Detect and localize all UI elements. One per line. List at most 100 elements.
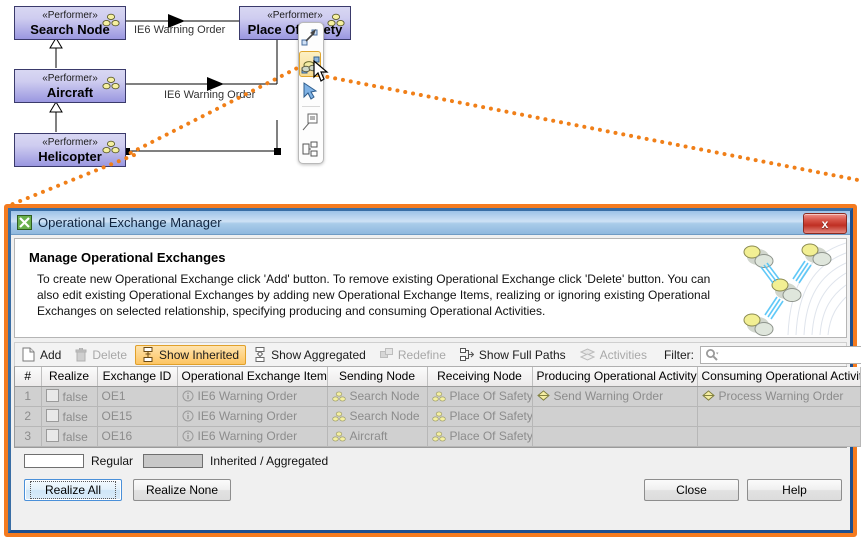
dialog-title: Operational Exchange Manager: [38, 215, 222, 230]
filter-input[interactable]: [720, 347, 861, 362]
add-icon: [22, 347, 35, 362]
cell-consuming-activity: Process Warning Order: [697, 386, 861, 407]
col-exchange-id[interactable]: Exchange ID: [97, 367, 178, 387]
show-full-paths-icon: [459, 347, 474, 361]
activities-icon: [579, 347, 595, 361]
cell-receiving-node: Place Of Safety: [427, 386, 533, 407]
exchange-item-label: IE6 Warning Order: [197, 409, 298, 423]
producing-activity-label: Send Warning Order: [553, 389, 664, 403]
activity-icon: [701, 390, 715, 401]
add-button[interactable]: Add: [16, 345, 67, 365]
help-button[interactable]: Help: [747, 478, 842, 501]
table-row[interactable]: 2 false OE15 IE6 Warning Order Search No…: [15, 406, 861, 427]
receiving-node-label: Place Of Safety: [449, 389, 532, 403]
diagram-node-search-node[interactable]: «Performer» Search Node: [14, 6, 126, 40]
show-inherited-label: Show Inherited: [159, 347, 240, 362]
operational-exchange-manager-dialog: Operational Exchange Manager x Manage Op…: [4, 204, 861, 537]
realize-value: false: [62, 409, 88, 424]
redefine-label: Redefine: [397, 347, 446, 362]
performer-icon: [102, 76, 120, 90]
palette-item-structure[interactable]: [299, 136, 321, 162]
info-icon: [182, 430, 193, 442]
diagram-canvas[interactable]: «Performer» Search Node «Performer» Airc…: [0, 0, 861, 200]
col-sending-node[interactable]: Sending Node: [327, 367, 428, 387]
realize-all-label: Realize All: [29, 480, 117, 499]
screenshot-root: «Performer» Search Node «Performer» Airc…: [0, 0, 861, 541]
cell-consuming-activity: [697, 406, 861, 427]
col-exchange-item[interactable]: Operational Exchange Item: [177, 367, 328, 387]
performer-icon: [431, 391, 446, 401]
structure-icon: [302, 141, 318, 157]
filter-input-wrapper[interactable]: [699, 345, 861, 364]
activities-button: Activities: [574, 345, 653, 365]
realize-checkbox[interactable]: [45, 408, 59, 422]
col-producing-activity[interactable]: Producing Operational Activity: [532, 367, 698, 387]
show-inherited-icon: [143, 347, 153, 362]
add-label: Add: [40, 347, 62, 362]
help-label: Help: [782, 482, 807, 497]
cell-exchange-item: IE6 Warning Order: [177, 406, 328, 427]
cell-index: 3: [15, 426, 42, 447]
cell-exchange-id: OE1: [97, 386, 178, 407]
exchange-item-label: IE6 Warning Order: [197, 429, 298, 443]
col-index[interactable]: #: [15, 367, 42, 387]
edge-label-1: IE6 Warning Order: [134, 24, 226, 36]
cell-producing-activity: [532, 426, 698, 447]
table-row[interactable]: 1 false OE1 IE6 Warning Order Search Nod…: [15, 386, 861, 407]
table-row[interactable]: 3 false OE16 IE6 Warning Order Aircraft: [15, 426, 861, 447]
cell-producing-activity: [532, 406, 698, 427]
consuming-activity-label: Process Warning Order: [718, 389, 844, 403]
cell-realize[interactable]: false: [41, 386, 98, 407]
cell-index: 2: [15, 406, 42, 427]
show-aggregated-toggle[interactable]: Show Aggregated: [248, 345, 372, 365]
col-consuming-activity[interactable]: Consuming Operational Activity: [697, 367, 861, 387]
receiving-node-label: Place Of Safety: [449, 409, 532, 423]
sending-node-label: Search Node: [349, 409, 420, 423]
exchange-item-label: IE6 Warning Order: [197, 389, 298, 403]
realize-checkbox[interactable]: [45, 428, 59, 442]
realize-value: false: [62, 429, 88, 444]
close-dialog-button[interactable]: Close: [644, 478, 739, 501]
show-full-paths-label: Show Full Paths: [478, 347, 566, 362]
app-icon: [17, 215, 32, 230]
palette-item-note[interactable]: [299, 109, 321, 135]
relation-icon: [301, 29, 318, 46]
header-description: To create new Operational Exchange click…: [37, 272, 711, 318]
dialog-header-panel: Manage Operational Exchanges To create n…: [14, 238, 847, 338]
legend-swatch-regular: [24, 453, 84, 468]
diagram-popup-palette[interactable]: [298, 22, 324, 164]
close-button[interactable]: x: [803, 213, 847, 234]
performer-icon: [331, 431, 346, 441]
realize-checkbox[interactable]: [45, 388, 59, 402]
col-receiving-node[interactable]: Receiving Node: [427, 367, 533, 387]
legend-swatch-inherited: [143, 453, 204, 468]
realize-all-button[interactable]: Realize All: [24, 478, 122, 501]
legend-label-regular: Regular: [91, 453, 134, 468]
cell-realize[interactable]: false: [41, 426, 98, 447]
cell-exchange-item: IE6 Warning Order: [177, 386, 328, 407]
exchanges-table[interactable]: # Realize Exchange ID Operational Exchan…: [14, 366, 861, 448]
show-inherited-toggle[interactable]: Show Inherited: [135, 344, 247, 365]
activity-icon: [536, 390, 550, 401]
diagram-node-aircraft[interactable]: «Performer» Aircraft: [14, 69, 126, 103]
performer-icon: [331, 391, 346, 401]
palette-item-relation[interactable]: [299, 24, 321, 50]
legend: Regular Inherited / Aggregated: [14, 451, 847, 471]
cell-producing-activity: Send Warning Order: [532, 386, 698, 407]
dialog-title-bar[interactable]: Operational Exchange Manager x: [11, 211, 850, 235]
note-icon: [302, 113, 318, 131]
cell-consuming-activity: [697, 426, 861, 447]
cell-exchange-item: IE6 Warning Order: [177, 426, 328, 447]
cell-sending-node: Search Node: [327, 406, 428, 427]
dialog-inner-frame: Operational Exchange Manager x Manage Op…: [8, 208, 861, 533]
diagram-node-place-of-safety[interactable]: «Performer» Place Of Safety: [239, 6, 351, 40]
realize-none-label: Realize None: [145, 482, 219, 497]
header-heading: Manage Operational Exchanges: [29, 250, 226, 265]
redefine-icon: [379, 348, 393, 358]
show-full-paths-button[interactable]: Show Full Paths: [454, 345, 572, 365]
realize-none-button[interactable]: Realize None: [133, 478, 231, 501]
delete-label: Delete: [92, 347, 128, 362]
col-realize[interactable]: Realize: [41, 367, 98, 387]
performer-icon: [327, 13, 345, 27]
cell-realize[interactable]: false: [41, 406, 98, 427]
